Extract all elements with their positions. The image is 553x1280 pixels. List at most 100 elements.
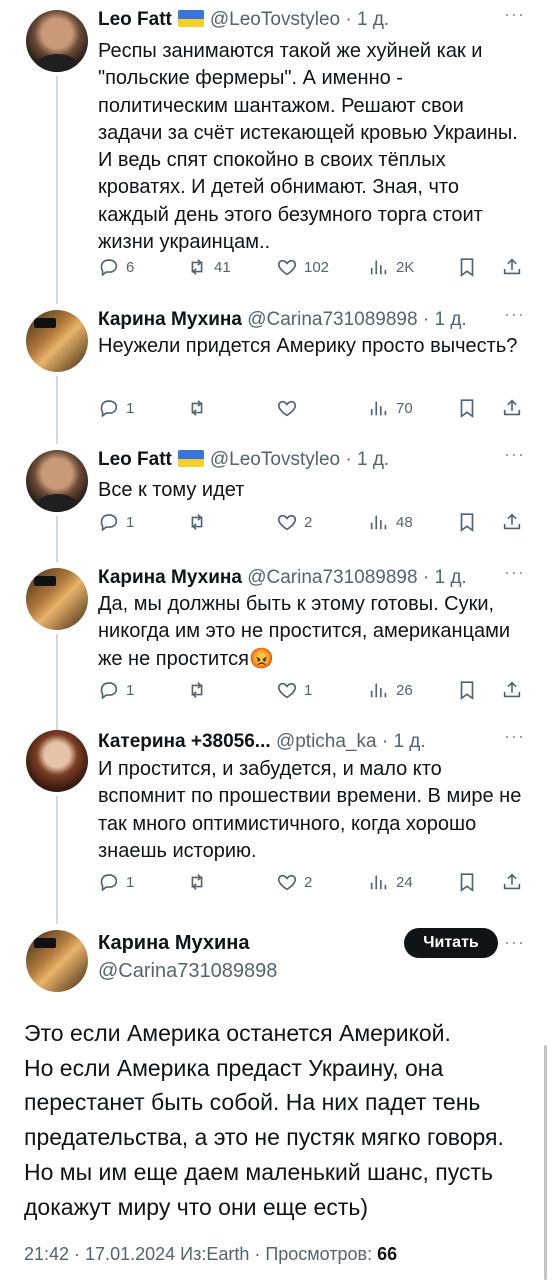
author-handle[interactable]: @LeoTovstyleo <box>210 449 340 470</box>
retweet-button[interactable] <box>186 678 214 702</box>
avatar[interactable] <box>26 10 88 72</box>
tweet-text: Все к тому идет <box>98 479 245 501</box>
heart-icon <box>276 679 298 701</box>
main-tweet-text: Это если Америка останется Америкой. Но … <box>24 1016 524 1224</box>
like-button[interactable]: 2 <box>276 510 312 534</box>
share-button[interactable] <box>501 255 523 279</box>
heart-icon <box>276 511 298 533</box>
avatar[interactable] <box>26 730 88 792</box>
author-name[interactable]: Карина Мухина <box>98 309 242 330</box>
views-icon <box>368 256 390 278</box>
follow-button[interactable]: Читать <box>404 928 498 958</box>
author-handle[interactable]: @Carina731089898 <box>247 309 417 330</box>
reply-tweet-1[interactable]: Leo Fatt @LeoTovstyleo · 1 д. ··· Респы з… <box>0 0 553 304</box>
author-name[interactable]: Leo Fatt <box>98 9 172 30</box>
more-icon[interactable]: ··· <box>504 932 525 953</box>
share-icon <box>501 679 523 701</box>
bookmark-icon <box>456 256 478 278</box>
bookmark-button[interactable] <box>456 255 478 279</box>
views-count: 48 <box>396 513 413 531</box>
share-button[interactable] <box>501 396 523 420</box>
reply-button[interactable]: 1 <box>98 870 134 894</box>
share-button[interactable] <box>501 678 523 702</box>
retweet-count: 41 <box>214 258 231 276</box>
author-name[interactable]: Карина Мухина <box>98 567 242 588</box>
reply-icon <box>98 679 120 701</box>
more-icon[interactable]: ··· <box>504 304 525 325</box>
retweet-button[interactable] <box>186 510 214 534</box>
bookmark-button[interactable] <box>456 510 478 534</box>
views-button[interactable]: 24 <box>368 870 413 894</box>
views-button[interactable]: 2K <box>368 255 414 279</box>
action-bar: 6 41 102 2K <box>98 255 528 279</box>
like-button[interactable] <box>276 396 304 420</box>
like-button[interactable]: 2 <box>276 870 312 894</box>
views-icon <box>368 511 390 533</box>
retweet-icon <box>186 511 208 533</box>
reply-tweet-4[interactable]: Карина Мухина @Carina731089898 · 1 д. ··… <box>0 558 553 730</box>
timestamp[interactable]: 1 д. <box>357 9 389 30</box>
author-name[interactable]: Катерина +38056... <box>98 731 271 752</box>
main-author-handle[interactable]: @Carina731089898 <box>98 960 277 983</box>
action-bar: 1 2 24 <box>98 870 528 894</box>
author-handle[interactable]: @LeoTovstyleo <box>210 9 340 30</box>
like-count: 1 <box>304 681 313 699</box>
retweet-button[interactable] <box>186 870 214 894</box>
share-icon <box>501 511 523 533</box>
share-icon <box>501 256 523 278</box>
thread-line <box>56 376 58 444</box>
bookmark-button[interactable] <box>456 396 478 420</box>
reply-icon <box>98 256 120 278</box>
like-button[interactable]: 1 <box>276 678 312 702</box>
author-handle[interactable]: @Carina731089898 <box>247 567 417 588</box>
bookmark-button[interactable] <box>456 678 478 702</box>
views-button[interactable]: 26 <box>368 678 413 702</box>
reply-button[interactable]: 1 <box>98 510 134 534</box>
avatar[interactable] <box>26 568 88 630</box>
views-button[interactable]: 48 <box>368 510 413 534</box>
main-text-line: Но если Америка предаст Украину, она <box>24 1054 444 1081</box>
more-icon[interactable]: ··· <box>504 562 525 583</box>
main-author-name[interactable]: Карина Мухина <box>98 932 250 955</box>
reply-button[interactable]: 1 <box>98 678 134 702</box>
like-count: 102 <box>304 258 330 276</box>
view-count[interactable]: 66 <box>377 1244 397 1264</box>
action-bar: 1 2 48 <box>98 510 528 534</box>
more-icon[interactable]: ··· <box>504 726 525 747</box>
main-text-line: предательства, а это не пустяк мягко гов… <box>24 1124 504 1151</box>
like-count: 2 <box>304 873 313 891</box>
scrollbar[interactable] <box>544 1045 547 1280</box>
retweet-button[interactable]: 41 <box>186 255 231 279</box>
avatar[interactable] <box>26 310 88 372</box>
views-button[interactable]: 70 <box>368 396 413 420</box>
views-count: 70 <box>396 399 413 417</box>
bookmark-button[interactable] <box>456 870 478 894</box>
timestamp[interactable]: 1 д. <box>434 309 466 330</box>
reply-button[interactable]: 1 <box>98 396 134 420</box>
share-button[interactable] <box>501 870 523 894</box>
avatar[interactable] <box>26 450 88 512</box>
retweet-icon <box>186 397 208 419</box>
like-button[interactable]: 102 <box>276 255 329 279</box>
timestamp[interactable]: 1 д. <box>393 731 425 752</box>
timestamp[interactable]: 1 д. <box>434 567 466 588</box>
more-icon[interactable]: ··· <box>504 444 525 465</box>
more-icon[interactable]: ··· <box>504 4 525 25</box>
reply-tweet-3[interactable]: Leo Fatt @LeoTovstyleo · 1 д. ··· Все к т… <box>0 440 553 562</box>
ukraine-flag-icon <box>177 450 204 467</box>
author-handle[interactable]: @pticha_ka <box>276 731 377 752</box>
tweet-text: Респы занимаются такой же хуйней как и "… <box>98 40 518 254</box>
reply-button[interactable]: 6 <box>98 255 134 279</box>
share-icon <box>501 397 523 419</box>
reply-tweet-5[interactable]: Катерина +38056... @pticha_ka · 1 д. ···… <box>0 726 553 924</box>
reply-tweet-2[interactable]: Карина Мухина @Carina731089898 · 1 д. ··… <box>0 300 553 444</box>
timestamp[interactable]: 1 д. <box>357 449 389 470</box>
share-button[interactable] <box>501 510 523 534</box>
main-avatar[interactable] <box>26 930 88 992</box>
tweet-text: Да, мы должны быть к этому готовы. Суки,… <box>98 593 511 670</box>
main-text-line: перестанет быть собой. На них падет тень <box>24 1089 481 1116</box>
retweet-button[interactable] <box>186 396 214 420</box>
retweet-icon <box>186 871 208 893</box>
author-name[interactable]: Leo Fatt <box>98 449 172 470</box>
bookmark-icon <box>456 511 478 533</box>
